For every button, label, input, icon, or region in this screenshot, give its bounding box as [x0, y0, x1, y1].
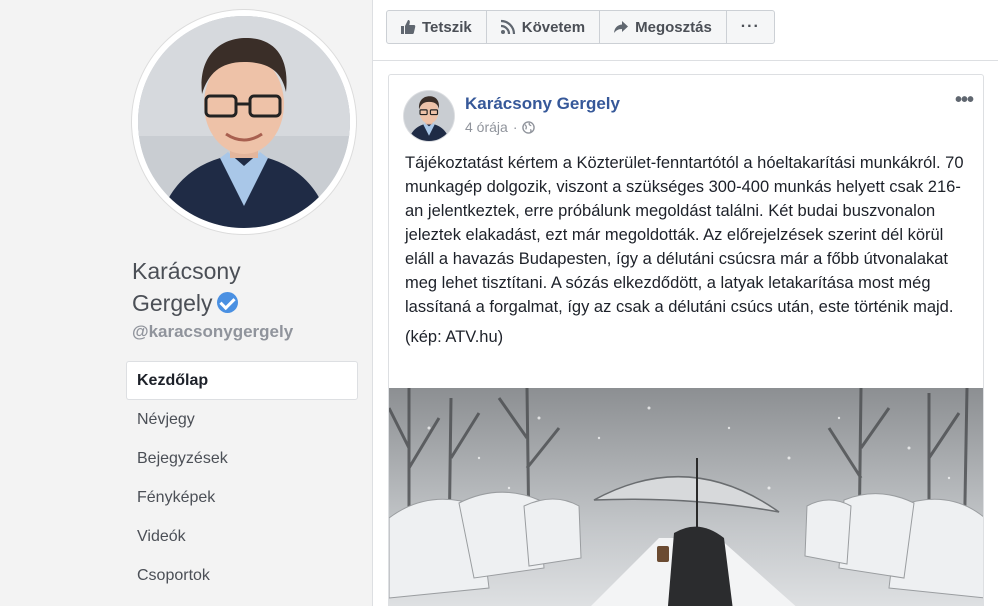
rss-follow-icon	[500, 19, 515, 35]
post-photo[interactable]	[389, 387, 983, 606]
follow-page-button[interactable]: Követem	[485, 10, 601, 44]
profile-picture[interactable]	[138, 16, 350, 228]
nav-item-home[interactable]: Kezdőlap	[126, 361, 358, 400]
meta-separator: ·	[512, 119, 518, 135]
page-title-line2: Gergely	[132, 290, 213, 316]
page-title[interactable]: Karácsony Gergely	[132, 255, 352, 319]
verified-badge-icon	[216, 292, 238, 313]
post-author-avatar[interactable]	[404, 91, 454, 141]
nav-item-about[interactable]: Névjegy	[126, 400, 358, 439]
divider	[373, 60, 998, 61]
page-sidebar: Karácsony Gergely @karacsonygergely Kezd…	[0, 0, 372, 606]
globe-public-icon[interactable]	[522, 120, 536, 134]
page-action-bar: Tetszik Követem Megosztás ···	[386, 10, 775, 44]
nav-item-videos[interactable]: Videók	[126, 517, 358, 556]
thumbs-up-icon	[401, 20, 416, 34]
share-arrow-icon	[614, 21, 629, 33]
post-photo-credit: (kép: ATV.hu)	[405, 328, 504, 346]
more-options-button[interactable]: ···	[725, 10, 775, 44]
feed-post: Karácsony Gergely 4 órája · ••• Tájékozt…	[388, 74, 984, 606]
profile-picture-frame[interactable]	[132, 10, 356, 234]
main-content: Tetszik Követem Megosztás ··· Karácsony …	[372, 0, 998, 606]
post-body: Tájékoztatást kértem a Közterület-fennta…	[405, 151, 973, 355]
page-navigation: Kezdőlap Névjegy Bejegyzések Fényképek V…	[126, 361, 358, 595]
like-page-button[interactable]: Tetszik	[386, 10, 487, 44]
post-timestamp[interactable]: 4 órája	[465, 119, 508, 135]
more-options-icon: ···	[740, 18, 760, 35]
post-options-icon[interactable]: •••	[955, 90, 974, 110]
nav-item-photos[interactable]: Fényképek	[126, 478, 358, 517]
post-meta: 4 órája ·	[465, 119, 536, 135]
share-page-button[interactable]: Megosztás	[599, 10, 727, 44]
follow-page-label: Követem	[521, 18, 586, 36]
nav-item-posts[interactable]: Bejegyzések	[126, 439, 358, 478]
page-username[interactable]: @karacsonygergely	[132, 322, 293, 342]
page-title-line1: Karácsony	[132, 258, 241, 284]
nav-item-groups[interactable]: Csoportok	[126, 556, 358, 595]
post-message: Tájékoztatást kértem a Közterület-fennta…	[405, 154, 964, 316]
share-page-label: Megosztás	[635, 18, 712, 36]
post-author-name[interactable]: Karácsony Gergely	[465, 94, 620, 114]
like-page-label: Tetszik	[422, 18, 472, 36]
